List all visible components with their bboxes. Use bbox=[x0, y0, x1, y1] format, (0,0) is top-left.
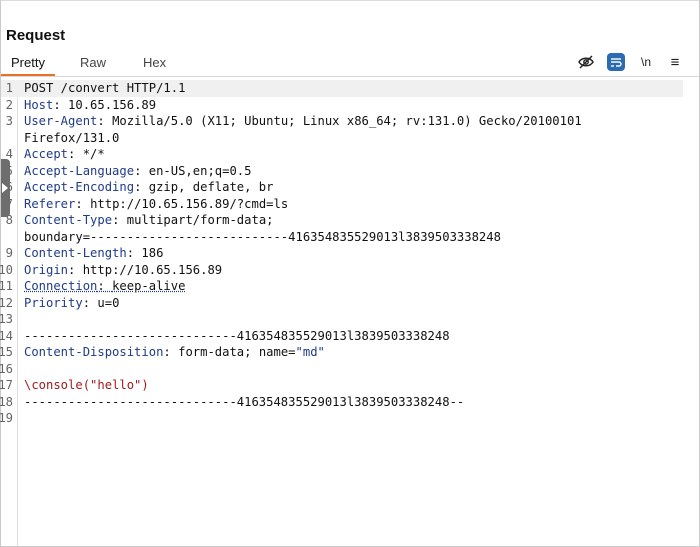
tab-raw[interactable]: Raw bbox=[80, 54, 106, 76]
code-line: 18 -----------------------------416354835… bbox=[0, 394, 699, 411]
header-name: Content-Disposition bbox=[24, 345, 164, 359]
header-value: Mozilla/5.0 (X11; Ubuntu; Linux x86_64; … bbox=[112, 114, 582, 128]
line-content: Origin: http://10.65.156.89 bbox=[24, 262, 223, 277]
code-line: 8 Content-Type: multipart/form-data; bbox=[1, 212, 699, 229]
code-line: 13 bbox=[0, 311, 699, 328]
quoted-value: "md" bbox=[295, 345, 325, 359]
line-text: POST /convert HTTP/1.1 bbox=[24, 81, 186, 95]
line-number: 14 bbox=[0, 328, 13, 343]
header-name: User-Agent bbox=[24, 114, 98, 128]
line-content: -----------------------------41635483552… bbox=[24, 394, 464, 411]
panel-title: Request bbox=[6, 27, 66, 44]
line-content: Accept-Language: en-US,en;q=0.5 bbox=[24, 163, 252, 178]
line-content: Content-Type: multipart/form-data; bbox=[24, 213, 274, 227]
header-name: Accept bbox=[24, 147, 69, 161]
code-line: 7Referer: http://10.65.156.89/?cmd=ls bbox=[1, 196, 699, 213]
header-name: Referer bbox=[24, 196, 76, 211]
code-line: 3 User-Agent: Mozilla/5.0 (X11; Ubuntu; L… bbox=[1, 113, 699, 130]
side-panel-handle[interactable] bbox=[1, 159, 10, 217]
code-line: 9 Content-Length: 186 bbox=[1, 245, 699, 262]
header-value: form-data; name= bbox=[178, 345, 296, 359]
code-line: 10 Origin: http://10.65.156.89 bbox=[0, 262, 699, 279]
header-name: Content-Type bbox=[24, 213, 113, 227]
line-content: Priority: u=0 bbox=[24, 295, 120, 310]
line-number: 9 bbox=[5, 246, 13, 260]
code-line: 2 Host: 10.65.156.89 bbox=[1, 97, 699, 114]
line-content: Connection: keep-alive bbox=[24, 279, 186, 293]
line-content: Content-Length: 186 bbox=[24, 246, 164, 260]
request-panel: Request Pretty Raw Hex \n ≡ 1 POST /conve… bbox=[0, 0, 700, 547]
header-value: gzip, deflate, br bbox=[148, 180, 274, 194]
code-line: 5Accept-Language: en-US,en;q=0.5 bbox=[1, 163, 699, 180]
header-value: en-US,en;q=0.5 bbox=[148, 163, 252, 178]
code-line: 11 Connection: keep-alive bbox=[0, 278, 699, 295]
line-content: Accept-Encoding: gzip, deflate, br bbox=[24, 180, 274, 194]
line-content: User-Agent: Mozilla/5.0 (X11; Ubuntu; Li… bbox=[24, 114, 582, 128]
code-line: 12 Priority: u=0 bbox=[0, 295, 699, 312]
expand-arrow-icon bbox=[2, 183, 8, 193]
line-content: Content-Disposition: form-data; name="md… bbox=[24, 345, 325, 359]
code-line: 19 bbox=[0, 410, 699, 427]
header-value: multipart/form-data; bbox=[126, 213, 274, 227]
line-content: Referer: http://10.65.156.89/?cmd=ls bbox=[24, 196, 289, 211]
line-text: -----------------------------41635483552… bbox=[24, 394, 465, 409]
line-number: 15 bbox=[0, 345, 13, 359]
code-line: 16 bbox=[0, 361, 699, 378]
header-name: Priority bbox=[24, 295, 83, 310]
code-line: boundary=---------------------------4163… bbox=[1, 229, 699, 246]
line-text: boundary=---------------------------4163… bbox=[24, 229, 501, 244]
line-text: -----------------------------41635483552… bbox=[24, 328, 450, 343]
newline-icon[interactable]: \n bbox=[637, 53, 655, 71]
code-line: 14 -----------------------------416354835… bbox=[0, 328, 699, 345]
line-number: 1 bbox=[5, 81, 13, 95]
tab-pretty[interactable]: Pretty bbox=[1, 54, 55, 76]
request-editor[interactable]: 1 POST /convert HTTP/1.1 2 Host: 10.65.156.… bbox=[0, 80, 699, 427]
line-content: POST /convert HTTP/1.1 bbox=[24, 80, 185, 97]
line-number: 18 bbox=[0, 394, 13, 409]
header-value: http://10.65.156.89/?cmd=ls bbox=[90, 196, 289, 211]
line-number: 12 bbox=[0, 295, 13, 310]
code-line: 15 Content-Disposition: form-data; name="… bbox=[0, 344, 699, 361]
line-number: 19 bbox=[0, 411, 13, 425]
menu-icon[interactable]: ≡ bbox=[666, 53, 684, 71]
header-value: */* bbox=[82, 147, 105, 161]
tab-divider bbox=[1, 76, 699, 77]
header-name: Accept-Language bbox=[24, 163, 135, 178]
wrap-text-icon[interactable] bbox=[607, 53, 625, 71]
line-content: Accept: */* bbox=[24, 147, 105, 161]
line-number: 10 bbox=[0, 262, 13, 277]
line-content: -----------------------------41635483552… bbox=[24, 328, 450, 345]
header-value: keep-alive bbox=[112, 279, 186, 293]
header-name: Accept-Encoding bbox=[24, 180, 135, 194]
line-number: 13 bbox=[0, 312, 13, 326]
code-line: Firefox/131.0 bbox=[1, 130, 699, 147]
header-name: Content-Length bbox=[24, 246, 127, 260]
line-content: \console("hello") bbox=[24, 377, 149, 394]
line-number: 2 bbox=[5, 97, 13, 112]
line-number: 17 bbox=[0, 378, 13, 392]
tab-hex[interactable]: Hex bbox=[143, 54, 166, 76]
header-value: 186 bbox=[141, 246, 164, 260]
code-line: 1 POST /convert HTTP/1.1 bbox=[1, 80, 683, 97]
header-value: 10.65.156.89 bbox=[68, 97, 157, 112]
eye-slash-icon[interactable] bbox=[577, 53, 595, 71]
line-content: boundary=---------------------------4163… bbox=[24, 229, 501, 246]
line-number: 11 bbox=[0, 279, 13, 293]
line-content: Firefox/131.0 bbox=[24, 130, 119, 147]
line-text: Firefox/131.0 bbox=[24, 130, 120, 145]
code-line: 17 \console("hello") bbox=[0, 377, 699, 394]
code-line: 6Accept-Encoding: gzip, deflate, br bbox=[1, 179, 699, 196]
header-name: Host bbox=[24, 97, 54, 112]
header-value: u=0 bbox=[97, 295, 120, 310]
line-number: 3 bbox=[5, 114, 13, 128]
line-number: 16 bbox=[0, 361, 13, 376]
header-name: Origin bbox=[24, 262, 69, 277]
line-content: Host: 10.65.156.89 bbox=[24, 97, 157, 112]
header-name: Connection bbox=[24, 279, 98, 293]
line-text: \console("hello") bbox=[24, 378, 149, 392]
header-value: http://10.65.156.89 bbox=[82, 262, 223, 277]
code-line: 4 Accept: */* bbox=[1, 146, 699, 163]
